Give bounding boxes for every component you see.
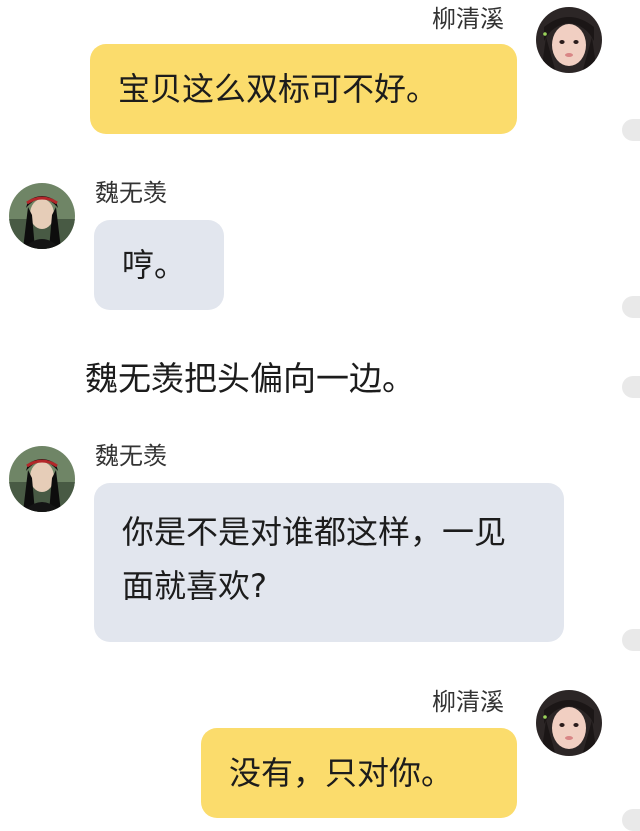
sender-name-wei-wuxian: 魏无羡 — [95, 179, 167, 207]
avatar-wei-wuxian-icon[interactable] — [9, 446, 75, 512]
message-bubble: 没有，只对你。 — [201, 728, 517, 818]
edge-dot-decoration — [622, 809, 640, 831]
avatar-liu-qingxi-icon[interactable] — [536, 7, 602, 73]
message-bubble: 哼。 — [94, 220, 224, 310]
edge-dot-decoration — [622, 119, 640, 141]
message-bubble: 宝贝这么双标可不好。 — [90, 44, 517, 134]
sender-name-liu-qingxi: 柳清溪 — [432, 688, 504, 716]
avatar-wei-wuxian-icon[interactable] — [9, 183, 75, 249]
edge-dot-decoration — [622, 296, 640, 318]
narration-text: 魏无羡把头偏向一边。 — [85, 359, 415, 398]
message-bubble: 你是不是对谁都这样，一见面就喜欢? — [94, 483, 564, 642]
edge-dot-decoration — [622, 629, 640, 651]
sender-name-wei-wuxian: 魏无羡 — [95, 442, 167, 470]
avatar-liu-qingxi-icon[interactable] — [536, 690, 602, 756]
edge-dot-decoration — [622, 376, 640, 398]
sender-name-liu-qingxi: 柳清溪 — [432, 5, 504, 33]
